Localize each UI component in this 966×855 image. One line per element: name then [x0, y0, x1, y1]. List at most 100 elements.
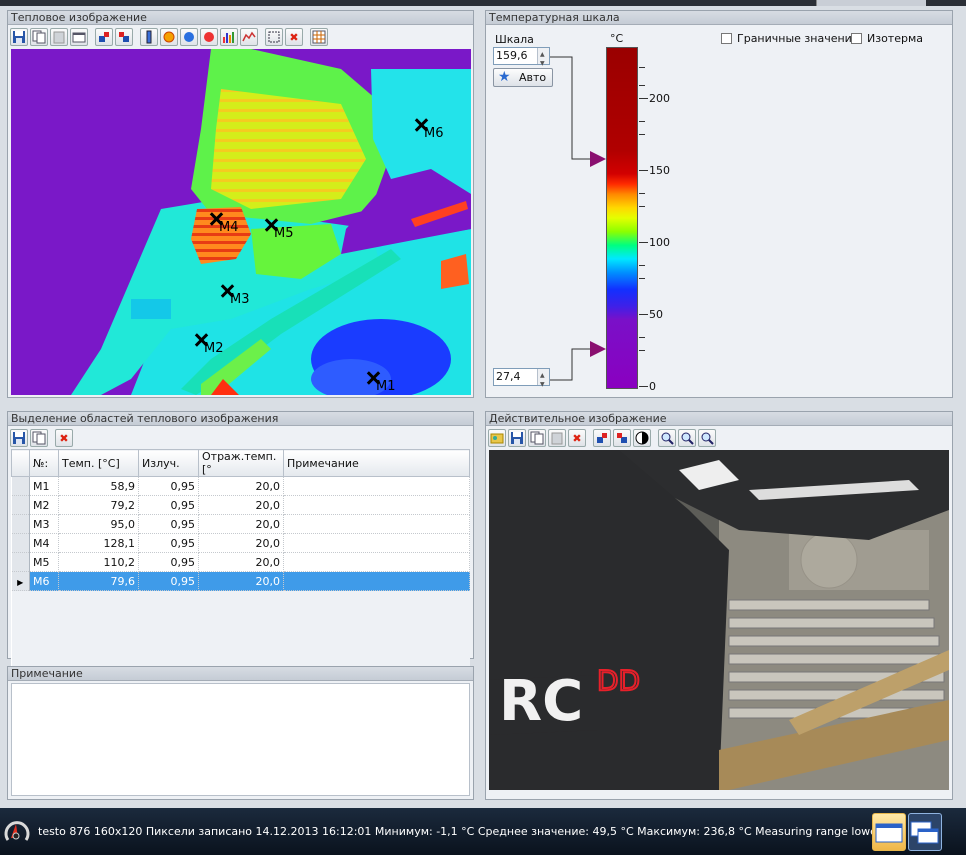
- coldspot-icon[interactable]: [180, 28, 198, 46]
- open-image-icon[interactable]: [488, 429, 506, 447]
- scale-tick: [639, 98, 648, 99]
- save-icon[interactable]: [508, 429, 526, 447]
- copy-icon[interactable]: [30, 429, 48, 447]
- cell-id[interactable]: M4: [29, 533, 59, 553]
- window-view-button-2[interactable]: [908, 813, 942, 851]
- cell-emissivity[interactable]: 0,95: [138, 495, 199, 515]
- scale-max-value: 159,6: [496, 49, 528, 62]
- testo-app-icon[interactable]: [4, 818, 30, 846]
- cell-reflected-temp[interactable]: 20,0: [198, 552, 284, 572]
- checkbox-box[interactable]: [851, 33, 862, 44]
- copy-icon[interactable]: [528, 429, 546, 447]
- zoom-out-icon[interactable]: [678, 429, 696, 447]
- cell-reflected-temp[interactable]: 20,0: [198, 476, 284, 496]
- cell-emissivity[interactable]: 0,95: [138, 552, 199, 572]
- limits-checkbox[interactable]: Граничные значения: [721, 32, 858, 45]
- rotate-left-icon[interactable]: [593, 429, 611, 447]
- cell-temp[interactable]: 79,2: [58, 495, 139, 515]
- auto-button[interactable]: ★ Авто: [493, 68, 553, 87]
- row-selector[interactable]: [11, 495, 30, 515]
- zoom-fit-icon[interactable]: [698, 429, 716, 447]
- cell-emissivity[interactable]: 0,95: [138, 571, 199, 591]
- cell-temp[interactable]: 58,9: [58, 476, 139, 496]
- cell-id[interactable]: M2: [29, 495, 59, 515]
- cell-id[interactable]: M5: [29, 552, 59, 572]
- row-selector[interactable]: [11, 533, 30, 553]
- table-row[interactable]: M1 58,9 0,95 20,0: [11, 476, 470, 496]
- cell-temp[interactable]: 95,0: [58, 514, 139, 534]
- spin-arrows-icon[interactable]: [537, 368, 549, 393]
- measure-point-icon[interactable]: [200, 28, 218, 46]
- cell-id[interactable]: M1: [29, 476, 59, 496]
- cell-note[interactable]: [283, 533, 470, 553]
- marker-label: M1: [376, 379, 396, 394]
- delete-icon[interactable]: ✖: [55, 429, 73, 447]
- cell-note[interactable]: [283, 476, 470, 496]
- cell-note[interactable]: [283, 514, 470, 534]
- cell-emissivity[interactable]: 0,95: [138, 533, 199, 553]
- isotherm-checkbox[interactable]: Изотерма: [851, 32, 923, 45]
- profile-line-icon[interactable]: [240, 28, 258, 46]
- note-textarea[interactable]: [11, 683, 470, 796]
- scale-min-handle[interactable]: [590, 341, 606, 357]
- real-image-panel: Действительное изображение ✖ RC DD: [485, 411, 953, 800]
- rotate-left-icon[interactable]: [95, 28, 113, 46]
- histogram-icon[interactable]: [220, 28, 238, 46]
- paste-disabled-icon[interactable]: [548, 429, 566, 447]
- save-icon[interactable]: [10, 28, 28, 46]
- cell-reflected-temp[interactable]: 20,0: [198, 571, 284, 591]
- scale-max-handle[interactable]: [590, 151, 606, 167]
- table-row[interactable]: ▶ M6 79,6 0,95 20,0: [11, 571, 470, 591]
- thermal-image[interactable]: M1 M2 M3 M4 M5 M6: [11, 49, 471, 395]
- scale-min-input[interactable]: 27,4: [493, 368, 550, 393]
- table-row[interactable]: M5 110,2 0,95 20,0: [11, 552, 470, 572]
- scale-tick: [639, 206, 645, 207]
- cell-temp[interactable]: 110,2: [58, 552, 139, 572]
- cell-reflected-temp[interactable]: 20,0: [198, 495, 284, 515]
- table-row[interactable]: M2 79,2 0,95 20,0: [11, 495, 470, 515]
- contrast-icon[interactable]: [633, 429, 651, 447]
- cell-temp[interactable]: 79,6: [58, 571, 139, 591]
- empty-row: [11, 628, 470, 648]
- copy-icon[interactable]: [30, 28, 48, 46]
- rotate-right-icon[interactable]: [613, 429, 631, 447]
- thermometer-icon[interactable]: [140, 28, 158, 46]
- cell-note[interactable]: [283, 495, 470, 515]
- column-header-id[interactable]: №:: [29, 449, 59, 477]
- window-icon[interactable]: [70, 28, 88, 46]
- motorcycle-photo: RC DD: [489, 450, 949, 790]
- row-selector[interactable]: [11, 514, 30, 534]
- column-header-note[interactable]: Примечание: [283, 449, 470, 477]
- hotspot-icon[interactable]: [160, 28, 178, 46]
- paste-disabled-icon[interactable]: [50, 28, 68, 46]
- row-selector[interactable]: [11, 476, 30, 496]
- column-header-temp[interactable]: Темп. [°C]: [58, 449, 139, 477]
- cell-emissivity[interactable]: 0,95: [138, 514, 199, 534]
- cell-reflected-temp[interactable]: 20,0: [198, 533, 284, 553]
- select-area-icon[interactable]: [265, 28, 283, 46]
- checkbox-box[interactable]: [721, 33, 732, 44]
- column-header-emissivity[interactable]: Излуч.: [138, 449, 199, 477]
- window-view-button-1[interactable]: [872, 813, 906, 851]
- cell-id[interactable]: M3: [29, 514, 59, 534]
- cell-note[interactable]: [283, 552, 470, 572]
- delete-icon[interactable]: ✖: [568, 429, 586, 447]
- column-header-reflected[interactable]: Отраж.темп. [°: [198, 449, 284, 477]
- row-selector[interactable]: [11, 552, 30, 572]
- cell-id[interactable]: M6: [29, 571, 59, 591]
- grid-table-icon[interactable]: [310, 28, 328, 46]
- cell-emissivity[interactable]: 0,95: [138, 476, 199, 496]
- save-icon[interactable]: [10, 429, 28, 447]
- delete-icon[interactable]: ✖: [285, 28, 303, 46]
- table-row[interactable]: M4 128,1 0,95 20,0: [11, 533, 470, 553]
- cell-note[interactable]: [283, 571, 470, 591]
- cell-reflected-temp[interactable]: 20,0: [198, 514, 284, 534]
- window-tab[interactable]: [816, 0, 926, 6]
- spin-arrows-icon[interactable]: [537, 47, 549, 72]
- cell-temp[interactable]: 128,1: [58, 533, 139, 553]
- zoom-in-icon[interactable]: [658, 429, 676, 447]
- scale-max-input[interactable]: 159,6: [493, 47, 550, 72]
- table-row[interactable]: M3 95,0 0,95 20,0: [11, 514, 470, 534]
- row-selector[interactable]: ▶: [11, 571, 30, 591]
- rotate-right-icon[interactable]: [115, 28, 133, 46]
